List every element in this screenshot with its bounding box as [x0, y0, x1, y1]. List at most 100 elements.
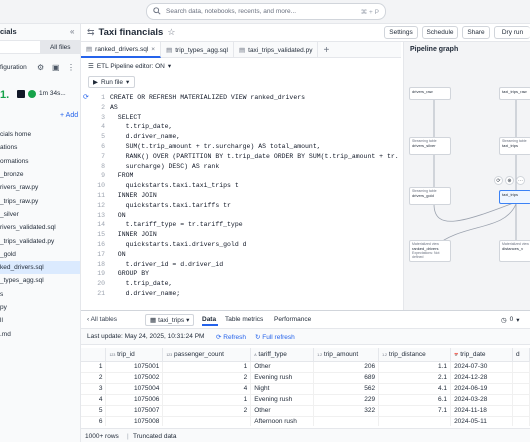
star-icon[interactable]: ☆	[167, 27, 175, 38]
column-header[interactable]: 123 trip_id	[105, 348, 164, 362]
settings-button[interactable]: Settings	[384, 26, 418, 39]
table-selector[interactable]: ▦ taxi_trips ▾	[145, 314, 195, 326]
dry-run-button[interactable]: Dry run	[494, 26, 530, 39]
more-icon[interactable]: ⋯	[516, 176, 525, 185]
tab-ranked-drivers[interactable]: ▤ ranked_drivers.sql ×	[81, 42, 162, 58]
share-button[interactable]: Share	[462, 26, 490, 39]
tree-item[interactable]: rivers_validated.sql	[0, 221, 80, 234]
table-row[interactable]: 2 1075002 2 Evening rush 689 2.1 2024-12-28	[81, 372, 530, 384]
full-refresh-button[interactable]: ↻ Full refresh	[255, 333, 295, 341]
layout-icon[interactable]: ▣	[52, 63, 60, 72]
tree-item[interactable]: ations	[0, 141, 80, 154]
code-line[interactable]: t.driver_id = d.driver_id	[110, 261, 224, 268]
code-line[interactable]: surcharge) DESC) AS rank	[110, 163, 220, 170]
table-cell: 1075002	[105, 372, 164, 384]
tab-performance[interactable]: Performance	[274, 316, 311, 323]
tree-item[interactable]: _types_agg.sql	[0, 274, 80, 287]
code-line[interactable]: RANK() OVER (PARTITION BY t.trip_date OR…	[110, 153, 399, 160]
code-line[interactable]: INNER JOIN	[110, 192, 157, 199]
tab-all-files[interactable]: All files	[40, 40, 80, 54]
global-search-input[interactable]: Search data, notebooks, recents, and mor…	[146, 3, 386, 20]
table-cell: 1	[162, 394, 252, 406]
tab-table-metrics[interactable]: Table metrics	[225, 316, 263, 323]
truncated-label: Truncated data	[133, 433, 177, 440]
column-header[interactable]: 1.2 trip_distance	[378, 348, 452, 362]
code-line[interactable]: t.trip_date,	[110, 123, 173, 130]
column-header[interactable]: d	[512, 348, 530, 362]
tree-item[interactable]: _silver	[0, 208, 80, 221]
code-line[interactable]: ON	[110, 212, 126, 219]
node-ranked-drivers[interactable]: Materialized view ranked_drivers Expecta…	[409, 240, 451, 262]
add-button[interactable]: + Add	[60, 112, 78, 119]
code-line[interactable]: CREATE OR REFRESH MATERIALIZED VIEW rank…	[110, 94, 305, 101]
column-header[interactable]: A tariff_type	[250, 348, 315, 362]
code-line[interactable]: d.driver_name,	[110, 133, 181, 140]
tree-item[interactable]: .md	[0, 327, 80, 340]
tree-item[interactable]: ormations	[0, 155, 80, 168]
node-drivers-silver[interactable]: Streaming table drivers_silver	[409, 137, 451, 155]
node-taxi-trips-selected[interactable]: taxi_trips	[499, 190, 530, 204]
code-line[interactable]: quickstarts.taxi.tariffs tr	[110, 202, 231, 209]
code-line[interactable]: quickstarts.taxi.drivers_gold d	[110, 241, 247, 248]
table-row[interactable]: 6 1075008 Afternoon rush 2024-05-11	[81, 416, 530, 426]
tree-item[interactable]: _trips_raw.py	[0, 194, 80, 207]
tree-item[interactable]: py	[0, 301, 80, 314]
code-line[interactable]: d.driver_name;	[110, 290, 181, 297]
schedule-button[interactable]: Schedule	[422, 26, 458, 39]
code-line[interactable]: INNER JOIN	[110, 231, 157, 238]
code-line[interactable]: quickstarts.taxi.taxi_trips t	[110, 182, 239, 189]
node-taxi-trips[interactable]: Streaming table taxi_trips	[499, 137, 530, 155]
zoom-icon[interactable]: ⊕	[505, 176, 514, 185]
tree-item[interactable]: _bronze	[0, 168, 80, 181]
code-line[interactable]: SELECT	[110, 114, 141, 121]
tree-item[interactable]: rivers_raw.py	[0, 181, 80, 194]
code-line[interactable]: FROM	[110, 172, 134, 179]
code-line[interactable]: t.trip_date,	[110, 280, 173, 287]
tree-item[interactable]: s	[0, 288, 80, 301]
code-line[interactable]: ON	[110, 251, 126, 258]
line-number: 7	[101, 152, 105, 160]
code-line[interactable]: AS	[110, 104, 118, 111]
chevron-down-icon: ▾	[516, 317, 520, 324]
run-cell-icon[interactable]: ⟳	[83, 93, 89, 101]
file-tree: cials home ations ormations _bronze rive…	[0, 128, 80, 341]
tree-item[interactable]: cials home	[0, 128, 80, 141]
table-footer: 1000+ rows | Truncated data	[81, 428, 530, 442]
refresh-icon[interactable]: ⟳	[494, 176, 503, 185]
table-row[interactable]: 1 1075001 1 Other 206 1.1 2024-07-30	[81, 361, 530, 373]
refresh-button[interactable]: ⟳ Refresh	[216, 333, 246, 341]
column-header[interactable]: 1.2 trip_amount	[313, 348, 380, 362]
tree-item[interactable]: _gold	[0, 248, 80, 261]
code-line[interactable]: SUM(t.trip_amount + tr.surcharge) AS tot…	[110, 143, 321, 150]
node-trip-types[interactable]: Materialized view distances_v	[499, 240, 530, 262]
run-file-button[interactable]: ▶ Run file ▾	[88, 76, 135, 88]
search-placeholder: Search data, notebooks, recents, and mor…	[166, 8, 297, 15]
tree-item-active[interactable]: ked_drivers.sql	[0, 260, 80, 275]
all-tables-link[interactable]: ‹ All tables	[87, 316, 117, 323]
tab-taxi-trips-validated[interactable]: ▤ taxi_trips_validated.py	[234, 42, 319, 58]
table-cell	[512, 361, 530, 373]
node-drivers-raw[interactable]: drivers_raw	[409, 87, 451, 100]
tree-item[interactable]: _trips_validated.py	[0, 234, 80, 247]
node-drivers-gold[interactable]: Streaming table drivers_gold	[409, 187, 451, 205]
node-taxi-trips-raw[interactable]: taxi_trips_raw	[499, 87, 530, 100]
table-row[interactable]: 3 1075004 4 Night 562 4.1 2024-06-19	[81, 383, 530, 395]
collapse-icon[interactable]: «	[70, 27, 74, 36]
table-row[interactable]: 5 1075007 2 Other 322 7.1 2024-11-18	[81, 405, 530, 417]
code-line[interactable]: GROUP BY	[110, 270, 149, 277]
tab-data[interactable]: Data	[202, 316, 216, 323]
close-icon[interactable]: ×	[151, 46, 155, 53]
stop-icon[interactable]	[17, 90, 25, 98]
configuration-link[interactable]: figuration	[0, 64, 27, 71]
column-header[interactable]: 📅 trip_date	[450, 348, 513, 362]
code-line[interactable]: t.tariff_type = tr.tariff_type	[110, 221, 243, 228]
more-icon[interactable]: ⋮	[67, 63, 75, 72]
tree-item[interactable]: ll	[0, 314, 80, 327]
tab-trip-types-agg[interactable]: ▤ trip_types_agg.sql	[161, 42, 234, 58]
new-tab-button[interactable]: +	[318, 42, 334, 58]
column-header[interactable]: 123 passenger_count	[162, 348, 252, 362]
table-row[interactable]: 4 1075006 1 Evening rush 229 6.1 2024-03-28	[81, 394, 530, 406]
tab-pipeline[interactable]	[0, 40, 41, 54]
gear-icon[interactable]: ⚙	[37, 63, 44, 72]
pipeline-editor-toggle[interactable]: ☰ ETL Pipeline editor: ON ▾	[88, 62, 171, 71]
